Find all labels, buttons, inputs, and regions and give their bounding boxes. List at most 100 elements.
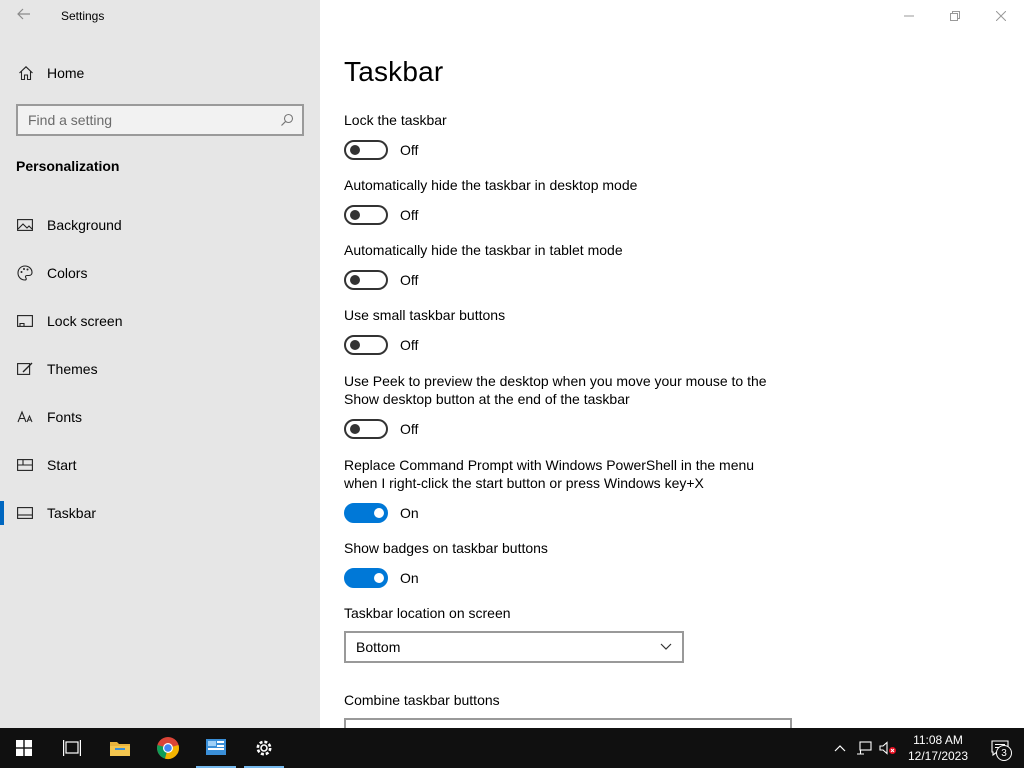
lock-screen-icon bbox=[15, 314, 35, 328]
sidebar-item-fonts[interactable]: Fonts bbox=[0, 393, 320, 441]
gear-icon bbox=[256, 740, 272, 756]
minimize-icon bbox=[904, 15, 914, 17]
toggle-state: Off bbox=[400, 207, 419, 223]
toggle-state: Off bbox=[400, 272, 419, 288]
folder-icon bbox=[110, 742, 130, 756]
close-icon bbox=[996, 11, 1006, 21]
sidebar-item-label: Background bbox=[47, 217, 122, 233]
volume-button[interactable] bbox=[876, 728, 900, 768]
sidebar-item-background[interactable]: Background bbox=[0, 201, 320, 249]
taskbar-icon bbox=[15, 506, 35, 520]
autohide-desktop-toggle[interactable] bbox=[344, 205, 388, 225]
restore-button[interactable] bbox=[932, 0, 978, 32]
sidebar-item-label: Start bbox=[47, 457, 77, 473]
main-content: Taskbar Lock the taskbar Off Automatical… bbox=[320, 0, 1024, 728]
sidebar-item-label: Fonts bbox=[47, 409, 83, 425]
control-panel-icon bbox=[206, 739, 226, 755]
setting-label: Replace Command Prompt with Windows Powe… bbox=[344, 457, 755, 491]
notification-count-badge: 3 bbox=[996, 745, 1012, 761]
show-hidden-icons-button[interactable] bbox=[828, 728, 852, 768]
back-arrow-icon bbox=[17, 8, 30, 20]
action-center-button[interactable]: 3 bbox=[976, 728, 1024, 768]
setting-autohide-tablet: Automatically hide the taskbar in tablet… bbox=[344, 241, 784, 290]
chrome-button[interactable] bbox=[144, 728, 192, 768]
sidebar-item-lock-screen[interactable]: Lock screen bbox=[0, 297, 320, 345]
setting-combine: Combine taskbar buttons bbox=[344, 691, 804, 728]
home-icon bbox=[16, 65, 36, 81]
search-box[interactable] bbox=[16, 104, 304, 136]
clock-date: 12/17/2023 bbox=[907, 749, 969, 763]
sidebar-item-taskbar[interactable]: Taskbar bbox=[0, 489, 320, 537]
setting-label: Show badges on taskbar buttons bbox=[344, 540, 548, 556]
task-view-button[interactable] bbox=[48, 728, 96, 768]
toggle-knob bbox=[350, 145, 360, 155]
settings-app-button[interactable] bbox=[240, 728, 288, 768]
sidebar-item-label: Themes bbox=[47, 361, 98, 377]
clock[interactable]: 11:08 AM 12/17/2023 bbox=[900, 732, 976, 764]
font-icon bbox=[15, 410, 35, 424]
lock-taskbar-toggle[interactable] bbox=[344, 140, 388, 160]
chevron-down-icon bbox=[660, 643, 672, 650]
taskbar-location-dropdown[interactable]: Bottom bbox=[344, 631, 684, 663]
setting-location: Taskbar location on screen Bottom bbox=[344, 604, 784, 663]
peek-toggle[interactable] bbox=[344, 419, 388, 439]
start-button[interactable] bbox=[0, 728, 48, 768]
sidebar: Settings Home Personalization Background… bbox=[0, 0, 320, 728]
sidebar-item-themes[interactable]: Themes bbox=[0, 345, 320, 393]
toggle-knob bbox=[350, 340, 360, 350]
setting-label: Automatically hide the taskbar in deskto… bbox=[344, 177, 638, 193]
setting-peek: Use Peek to preview the desktop when you… bbox=[344, 372, 784, 439]
search-icon[interactable] bbox=[272, 113, 302, 127]
sidebar-nav: Background Colors Lock screen Themes Fon… bbox=[0, 201, 320, 537]
sidebar-item-label: Lock screen bbox=[47, 313, 123, 329]
control-panel-button[interactable] bbox=[192, 728, 240, 768]
badges-toggle[interactable] bbox=[344, 568, 388, 588]
file-explorer-button[interactable] bbox=[96, 728, 144, 768]
volume-muted-icon bbox=[879, 741, 896, 755]
setting-label: Taskbar location on screen bbox=[344, 605, 511, 621]
sidebar-item-colors[interactable]: Colors bbox=[0, 249, 320, 297]
image-icon bbox=[15, 218, 35, 232]
minimize-button[interactable] bbox=[886, 0, 932, 32]
setting-badges: Show badges on taskbar buttons On bbox=[344, 539, 784, 588]
clock-time: 11:08 AM bbox=[913, 733, 963, 747]
toggle-state: On bbox=[400, 505, 419, 521]
combine-buttons-dropdown[interactable] bbox=[344, 718, 792, 728]
system-tray: 11:08 AM 12/17/2023 3 bbox=[828, 728, 1024, 768]
window-controls bbox=[886, 0, 1024, 32]
task-view-icon bbox=[63, 740, 81, 756]
toggle-knob bbox=[350, 275, 360, 285]
toggle-knob bbox=[350, 210, 360, 220]
toggle-state: On bbox=[400, 570, 419, 586]
start-icon bbox=[15, 458, 35, 472]
chrome-icon bbox=[157, 737, 179, 759]
chevron-up-icon bbox=[834, 745, 846, 752]
page-title: Taskbar bbox=[344, 56, 444, 87]
toggle-state: Off bbox=[400, 421, 419, 437]
network-button[interactable] bbox=[852, 728, 876, 768]
search-input[interactable] bbox=[18, 106, 272, 134]
restore-icon bbox=[950, 11, 960, 21]
sidebar-item-label: Taskbar bbox=[47, 505, 97, 521]
brush-icon bbox=[15, 362, 35, 376]
small-buttons-toggle[interactable] bbox=[344, 335, 388, 355]
sidebar-item-start[interactable]: Start bbox=[0, 441, 320, 489]
powershell-toggle[interactable] bbox=[344, 503, 388, 523]
toggle-knob bbox=[374, 573, 384, 583]
back-button[interactable] bbox=[12, 6, 36, 26]
network-icon bbox=[857, 741, 872, 755]
setting-label: Use small taskbar buttons bbox=[344, 307, 506, 323]
section-title: Personalization bbox=[16, 158, 120, 174]
sidebar-item-home[interactable]: Home bbox=[0, 57, 320, 89]
close-button[interactable] bbox=[978, 0, 1024, 32]
windows-logo-icon bbox=[16, 740, 32, 756]
toggle-knob bbox=[374, 508, 384, 518]
setting-lock-taskbar: Lock the taskbar Off bbox=[344, 111, 784, 160]
toggle-state: Off bbox=[400, 142, 419, 158]
autohide-tablet-toggle[interactable] bbox=[344, 270, 388, 290]
setting-label: Lock the taskbar bbox=[344, 112, 447, 128]
sidebar-item-label: Colors bbox=[47, 265, 88, 281]
app-title: Settings bbox=[61, 9, 105, 23]
setting-label: Combine taskbar buttons bbox=[344, 692, 500, 708]
toggle-knob bbox=[350, 424, 360, 434]
